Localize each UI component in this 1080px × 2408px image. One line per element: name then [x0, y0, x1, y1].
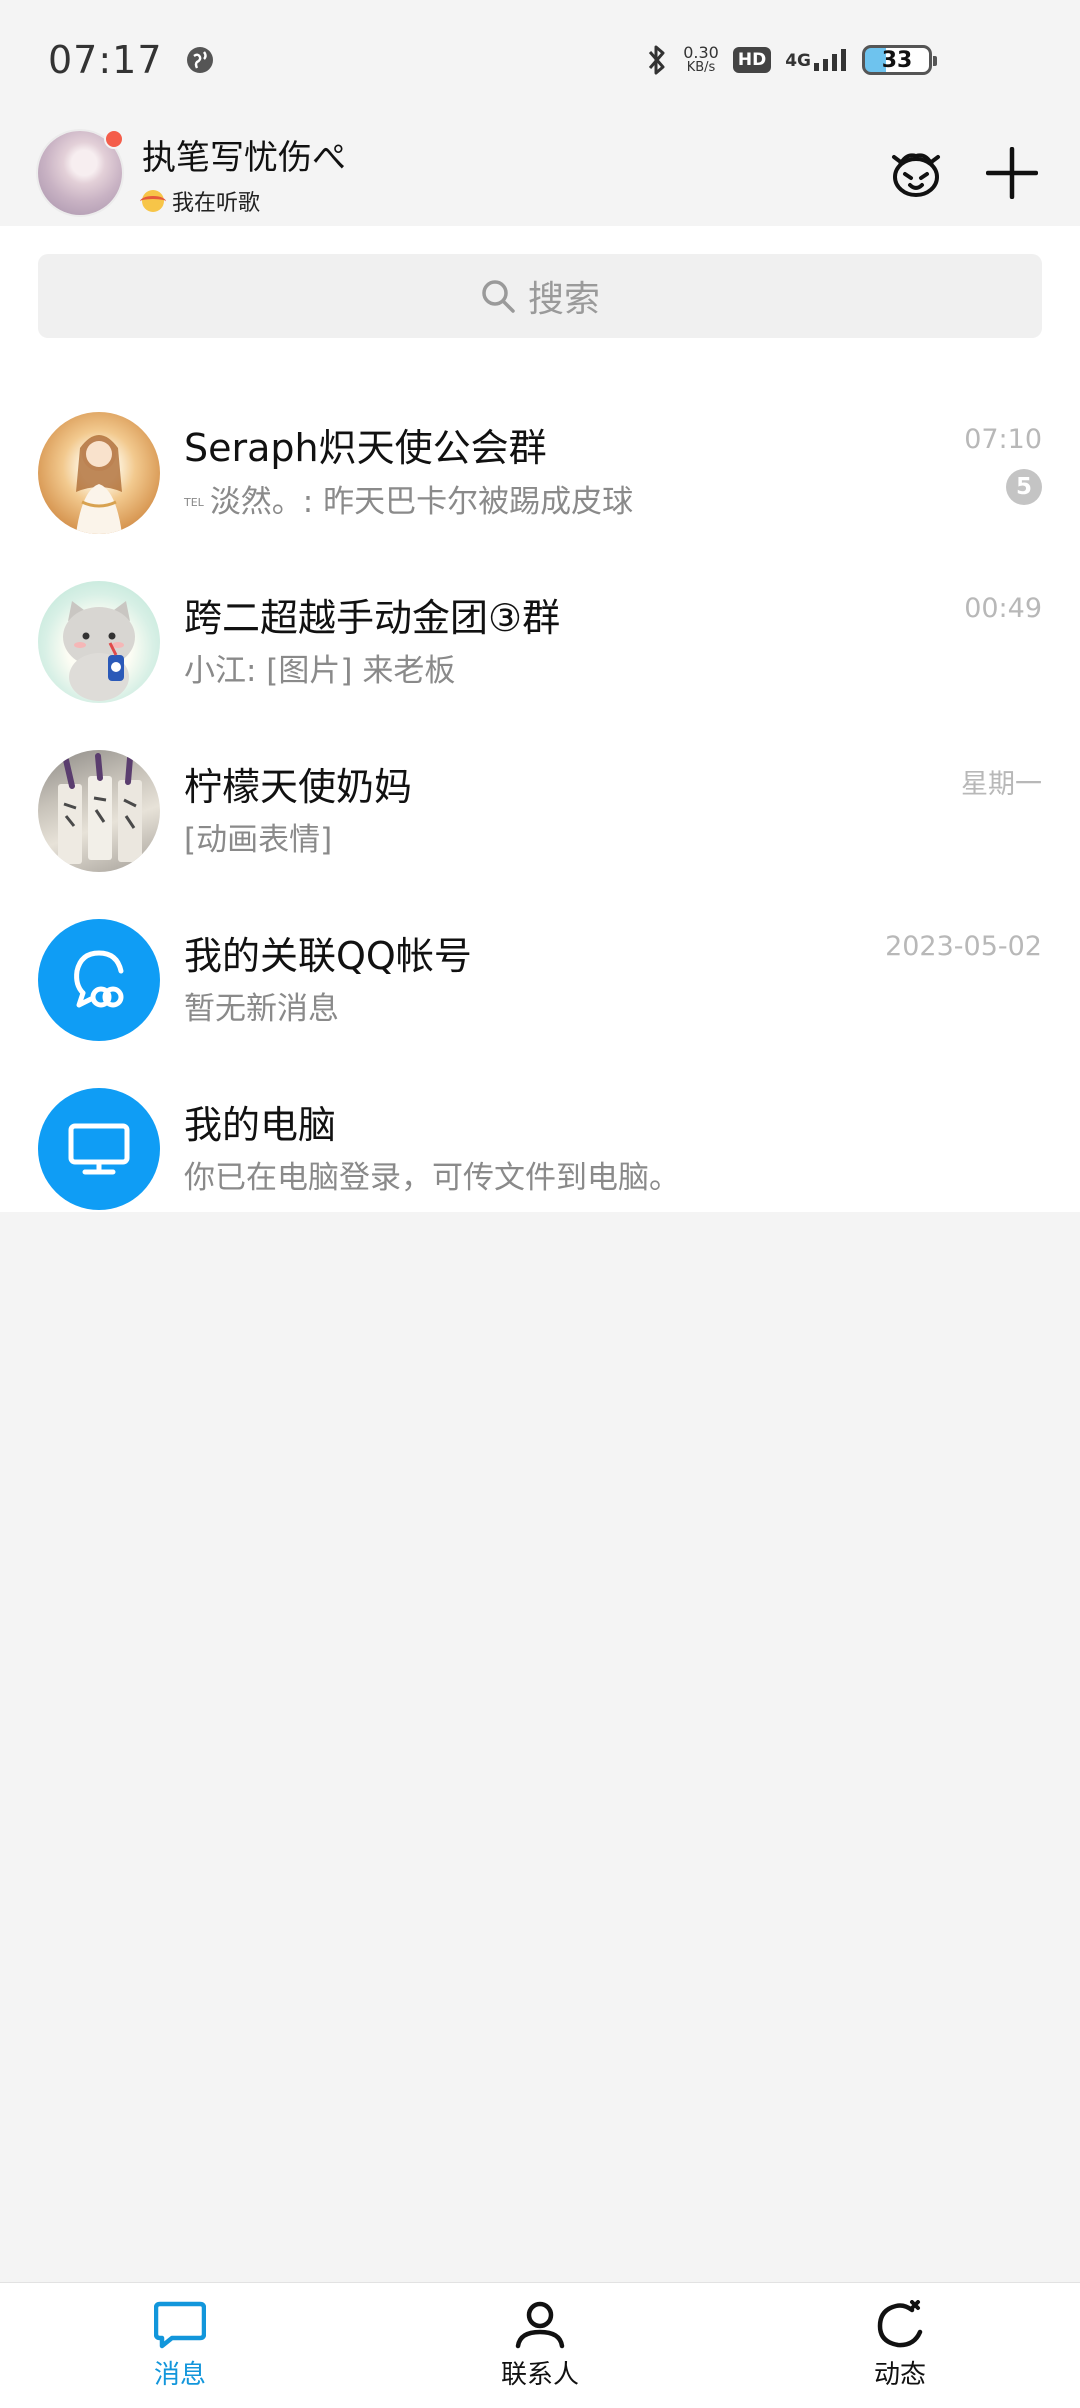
- chat-meta: 星期一: [961, 762, 1042, 801]
- hd-badge: HD: [732, 47, 772, 73]
- tab-messages-label: 消息: [153, 2360, 206, 2390]
- chat-meta: 2023-05-02: [885, 931, 1042, 962]
- linked-account-icon: [74, 949, 124, 1007]
- search-bar[interactable]: 搜索: [38, 254, 1042, 338]
- battery-level: 33: [881, 47, 913, 73]
- chat-preview: 小江: [图片] 来老板: [184, 651, 1042, 691]
- chat-item-my-computer[interactable]: 我的电脑 你已在电脑登录，可传文件到电脑。: [0, 1064, 1080, 1233]
- username: 执笔写忧伤ぺ: [142, 137, 346, 178]
- top-header: 执笔写忧伤ぺ 我在听歌: [0, 120, 1080, 226]
- linked-account-avatar: [38, 918, 160, 1041]
- group-avatar: [38, 411, 160, 534]
- chat-time: 2023-05-02: [885, 931, 1042, 962]
- user-status[interactable]: 我在听歌: [140, 185, 346, 217]
- cell-signal: 4G: [785, 49, 848, 71]
- chat-time: 00:49: [964, 593, 1042, 624]
- net-speed-unit: KB/s: [686, 60, 716, 75]
- tab-moments[interactable]: 动态: [800, 2300, 1000, 2391]
- search-icon: [482, 280, 515, 313]
- tab-messages[interactable]: 消息: [80, 2300, 280, 2391]
- chat-preview-text: 你已在电脑登录，可传文件到电脑。: [184, 1159, 680, 1196]
- tab-moments-label: 动态: [873, 2360, 926, 2390]
- notification-dot: [104, 129, 124, 149]
- my-computer-avatar: [38, 1087, 160, 1210]
- chat-title: 我的电脑: [184, 1102, 337, 1147]
- message-bubble-icon: [154, 2301, 206, 2349]
- chat-body: 柠檬天使奶妈 [动画表情]: [184, 762, 1042, 860]
- contact-avatar: [38, 749, 160, 872]
- mascot-button[interactable]: [886, 143, 946, 203]
- chat-title: 跨二超越手动金团③群: [184, 595, 561, 640]
- chat-body: Seraph炽天使公会群 TEL 淡然。: 昨天巴卡尔被踢成皮球: [184, 423, 1042, 523]
- header-actions: [886, 143, 1042, 203]
- chat-item-seraph-guild[interactable]: Seraph炽天使公会群 TEL 淡然。: 昨天巴卡尔被踢成皮球 07:10 5: [0, 388, 1080, 557]
- tab-contacts[interactable]: 联系人: [440, 2300, 640, 2391]
- chat-title: Seraph炽天使公会群: [184, 425, 547, 470]
- qq-messages-screen: 07:17 0.30 KB/s HD 4G 33 执笔写忧伤ぺ 我在听歌 搜索 …: [0, 0, 1080, 2408]
- person-icon: [515, 2301, 565, 2349]
- add-button[interactable]: [982, 143, 1042, 203]
- signal-bars-icon: [814, 49, 846, 71]
- search-placeholder: 搜索: [527, 279, 600, 320]
- chat-preview-text: 暂无新消息: [184, 990, 339, 1027]
- globe-icon: [186, 47, 213, 73]
- chat-preview: TEL 淡然。: 昨天巴卡尔被踢成皮球: [184, 481, 1042, 523]
- chat-preview-text: [动画表情]: [184, 821, 333, 858]
- network-type: 4G: [785, 51, 811, 71]
- unread-badge: 5: [1006, 469, 1042, 505]
- chat-item-lemon-angel[interactable]: 柠檬天使奶妈 [动画表情] 星期一: [0, 726, 1080, 895]
- tab-contacts-label: 联系人: [500, 2360, 579, 2390]
- chat-item-gold-team[interactable]: 跨二超越手动金团③群 小江: [图片] 来老板 00:49: [0, 557, 1080, 726]
- message-list-panel: 搜索 Seraph炽天使公会群 TEL 淡然。: 昨天巴卡尔被踢成皮球 07:1…: [0, 226, 1080, 1212]
- chat-preview: [动画表情]: [184, 820, 1042, 860]
- chat-meta: 00:49: [964, 593, 1042, 624]
- battery-indicator: 33: [862, 45, 937, 75]
- bottom-nav: 消息 联系人 动态: [0, 2282, 1080, 2408]
- calligraphy-avatar-icon: [58, 752, 142, 864]
- penguin-face-icon: [892, 153, 940, 197]
- chat-item-linked-account[interactable]: 我的关联QQ帐号 暂无新消息 2023-05-02: [0, 895, 1080, 1064]
- tel-tag: TEL: [184, 495, 204, 509]
- chat-time: 07:10: [964, 424, 1042, 455]
- status-icons: 0.30 KB/s HD 4G 33: [645, 43, 937, 77]
- user-status-text: 我在听歌: [172, 190, 261, 216]
- chat-preview-text: 淡然。: 昨天巴卡尔被踢成皮球: [209, 483, 634, 520]
- plus-icon: [986, 147, 1038, 199]
- chat-title: 柠檬天使奶妈: [184, 764, 413, 809]
- chat-meta: 07:10 5: [964, 424, 1042, 505]
- cat-avatar-icon: [63, 600, 135, 701]
- chat-body: 跨二超越手动金团③群 小江: [图片] 来老板: [184, 593, 1042, 691]
- bluetooth-icon: [649, 45, 665, 75]
- chat-time: 星期一: [961, 769, 1042, 800]
- chat-list: Seraph炽天使公会群 TEL 淡然。: 昨天巴卡尔被踢成皮球 07:10 5: [0, 388, 1080, 1233]
- user-info[interactable]: 执笔写忧伤ぺ 我在听歌: [140, 130, 346, 217]
- status-bar: 07:17 0.30 KB/s HD 4G 33: [0, 0, 1080, 120]
- chat-preview: 你已在电脑登录，可传文件到电脑。: [184, 1158, 1042, 1198]
- music-emoji-icon: [140, 189, 166, 212]
- user-avatar[interactable]: [38, 129, 124, 215]
- status-time: 07:17: [48, 38, 163, 82]
- net-speed-value: 0.30: [683, 43, 719, 62]
- group-avatar: [38, 580, 160, 703]
- net-speed: 0.30 KB/s: [683, 43, 719, 76]
- refresh-star-icon: [877, 2300, 923, 2348]
- chat-body: 我的电脑 你已在电脑登录，可传文件到电脑。: [184, 1100, 1042, 1198]
- chat-preview-text: 小江: [图片] 来老板: [184, 652, 456, 689]
- monitor-icon: [68, 1123, 130, 1174]
- angel-portrait-icon: [76, 434, 122, 534]
- chat-preview: 暂无新消息: [184, 989, 1042, 1029]
